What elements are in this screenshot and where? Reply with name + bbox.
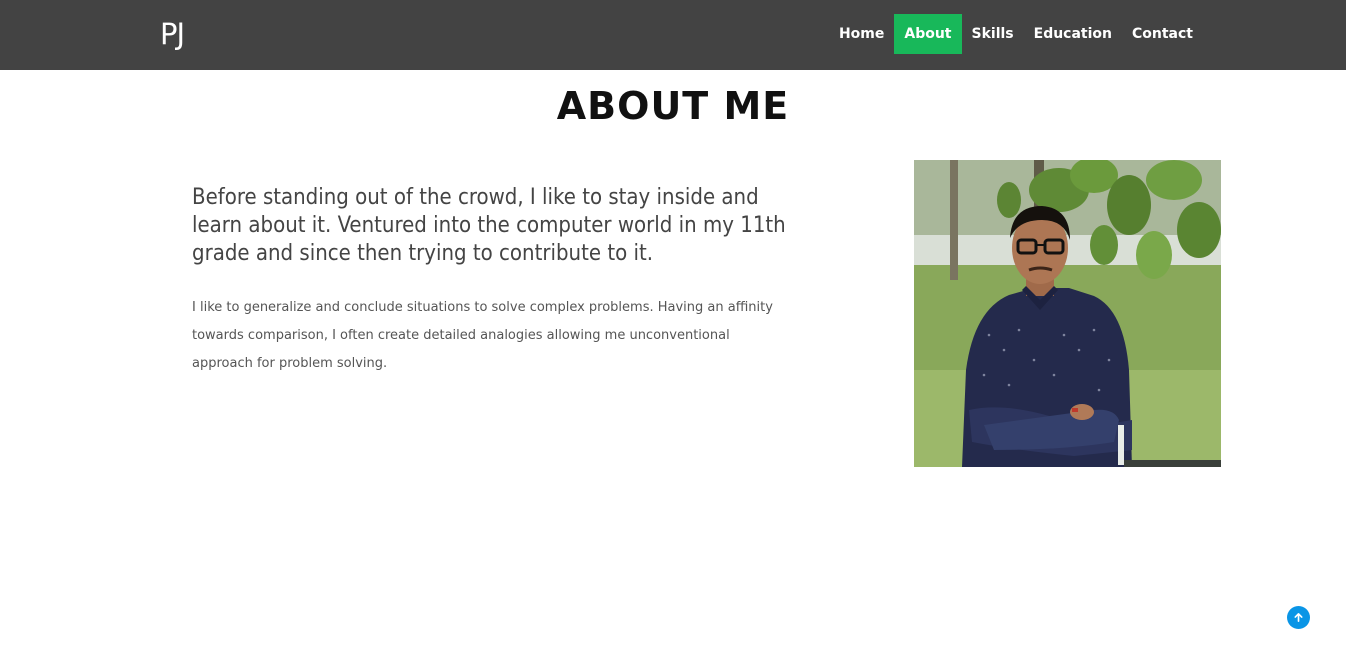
- nav-link-home[interactable]: Home: [829, 14, 894, 54]
- nav-link-contact[interactable]: Contact: [1122, 14, 1203, 54]
- section-title: ABOUT ME: [556, 84, 790, 128]
- brand-logo[interactable]: PJ: [160, 16, 185, 52]
- navbar: PJ Home About Skills Education Contact: [0, 0, 1346, 70]
- nav-link-skills[interactable]: Skills: [962, 14, 1024, 54]
- nav-link-about[interactable]: About: [894, 14, 962, 54]
- back-to-top-button[interactable]: [1287, 606, 1310, 629]
- nav-link-education[interactable]: Education: [1024, 14, 1122, 54]
- about-body-text: I like to generalize and conclude situat…: [192, 300, 773, 371]
- profile-photo: [914, 160, 1221, 467]
- arrow-up-icon: [1294, 613, 1303, 622]
- about-lead-text: Before standing out of the crowd, I like…: [192, 185, 786, 266]
- nav-links: Home About Skills Education Contact: [829, 14, 1203, 54]
